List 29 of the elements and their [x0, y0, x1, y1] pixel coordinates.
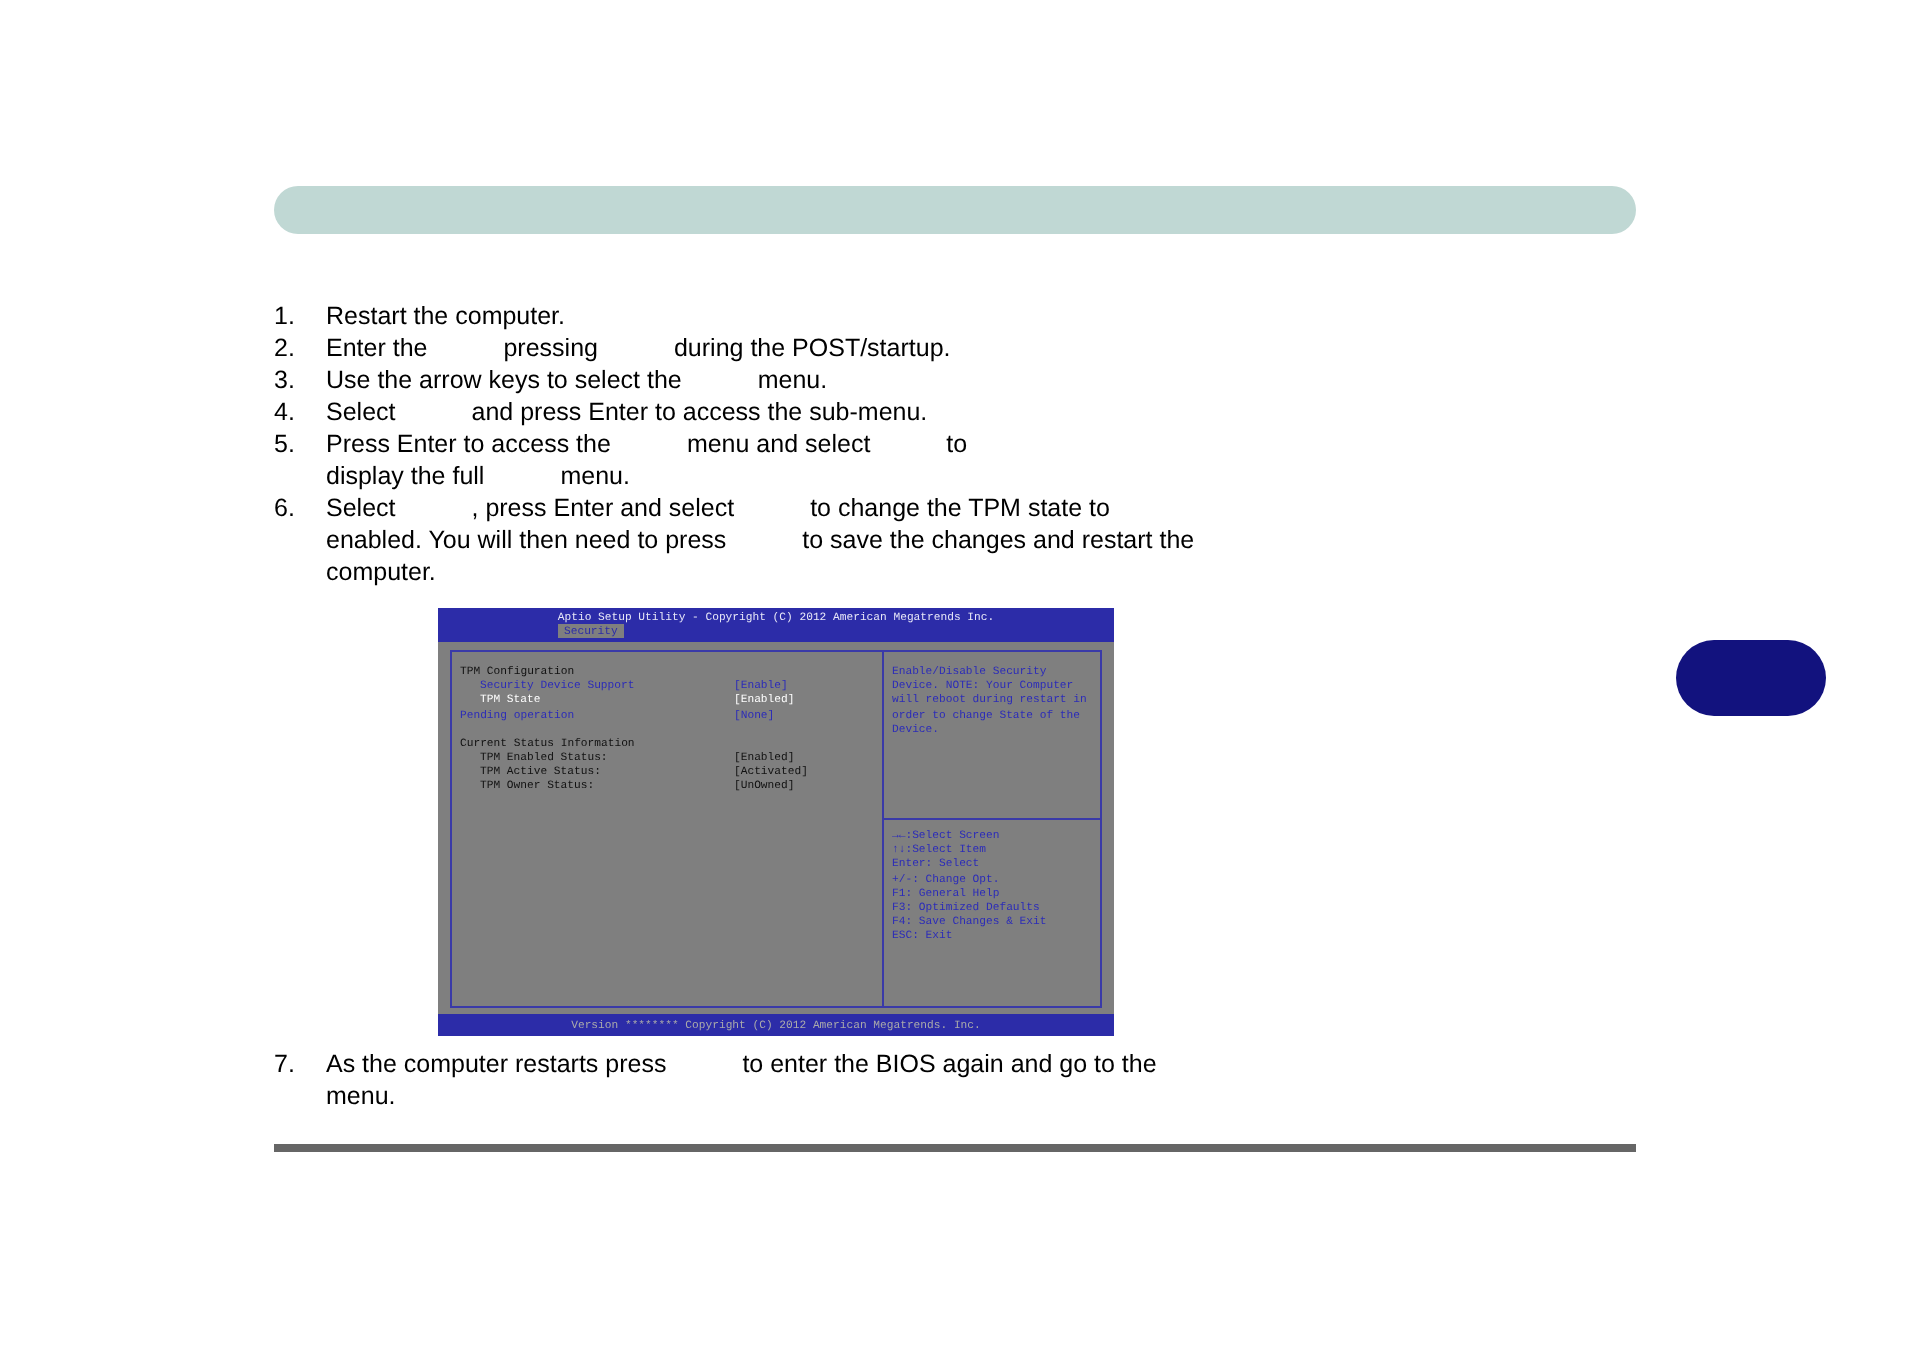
step-number: 7.: [274, 1048, 297, 1082]
step-text: display the full: [326, 460, 485, 492]
step-text: Select: [326, 396, 396, 428]
step-text: computer.: [326, 556, 436, 588]
step-number: 1.: [274, 300, 297, 332]
step-text: As the computer restarts press: [326, 1048, 667, 1080]
step-text: pressing: [503, 332, 598, 364]
step-text: Use the arrow keys to select the: [326, 364, 682, 396]
step-number: 3.: [274, 364, 297, 396]
step-text: Select: [326, 492, 396, 524]
step-text: menu.: [757, 364, 828, 396]
step-text: to: [946, 428, 968, 460]
step-number: 4.: [274, 396, 297, 428]
step-text: enabled. You will then need to press: [326, 524, 727, 556]
step-text: Restart the computer.: [326, 300, 566, 332]
step-number: 6.: [274, 492, 297, 526]
step-text: menu.: [560, 460, 630, 492]
step-text: to enter the BIOS again and go to the: [742, 1048, 1157, 1080]
step-text: during the POST/startup.: [673, 332, 951, 364]
step-number: 5.: [274, 428, 297, 462]
step-text: menu and select: [686, 428, 871, 460]
step-text: Enter the: [326, 332, 428, 364]
step-number: 2.: [274, 332, 297, 364]
step-text: Press Enter to access the: [326, 428, 611, 460]
step-text: to save the changes and restart the: [802, 524, 1195, 556]
step-text: and press Enter to access the sub-menu.: [471, 396, 928, 428]
step-text: to change the TPM state to: [810, 492, 1110, 524]
step-text: , press Enter and select: [471, 492, 735, 524]
step-text: menu.: [326, 1080, 396, 1112]
